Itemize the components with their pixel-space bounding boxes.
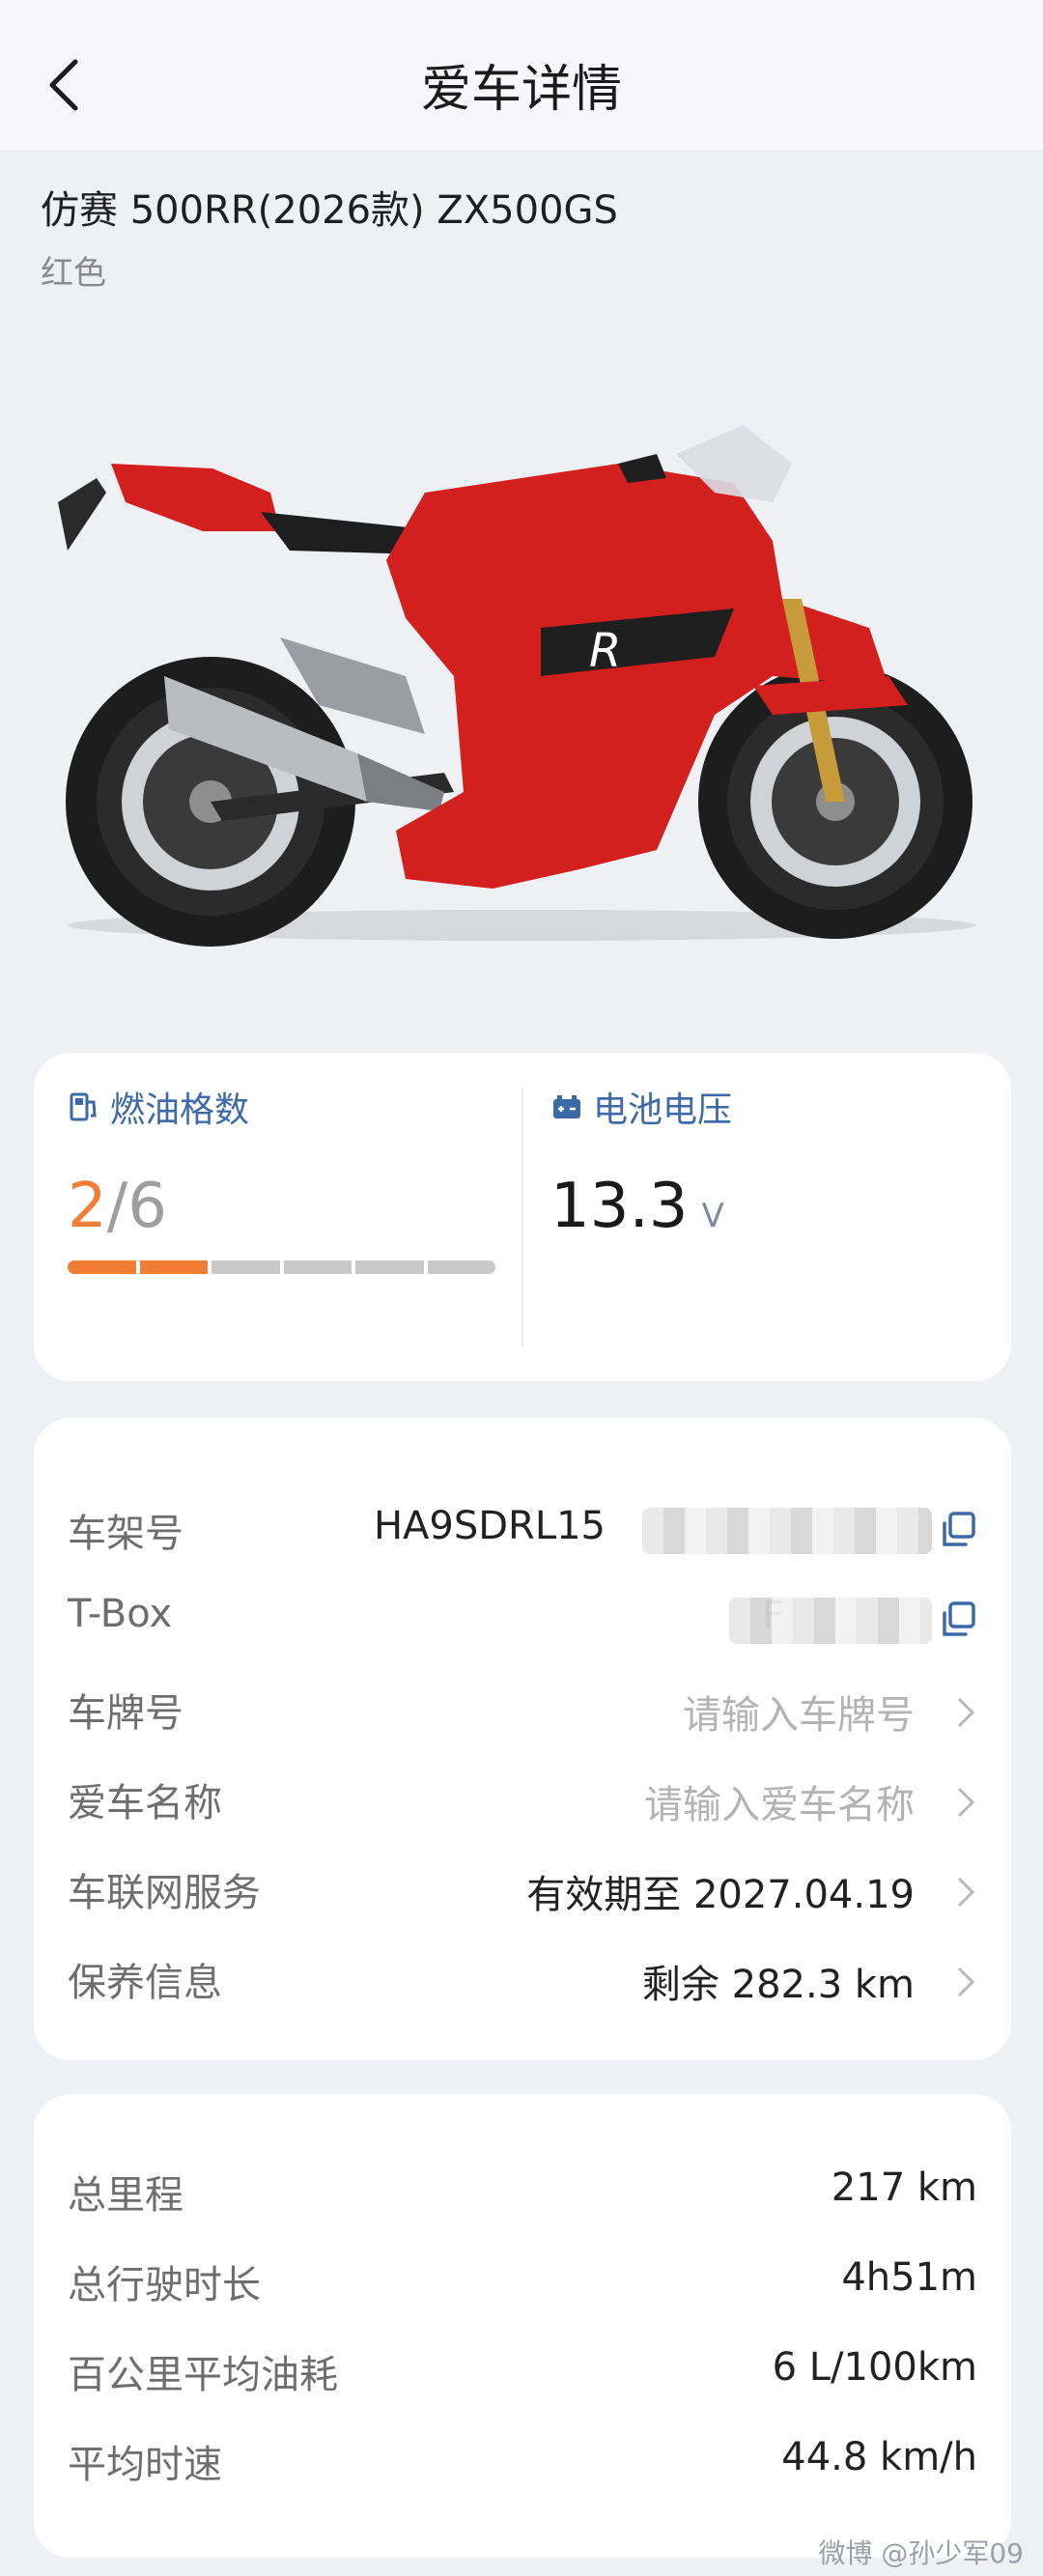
battery-voltage-value: 13.3 — [550, 1171, 689, 1242]
total-time-label: 总行驶时长 — [68, 2263, 261, 2307]
vin-row: 车架号 HA9SDRL15 — [34, 1490, 1011, 1568]
fuel-segment-empty — [355, 1260, 424, 1274]
maintenance-value: 剩余 282.3 km — [641, 1963, 915, 2007]
fuel-label-text: 燃油格数 — [110, 1090, 250, 1130]
svg-text:R: R — [589, 624, 621, 678]
fuel-segment-empty — [211, 1260, 280, 1274]
plate-row[interactable]: 车牌号 请输入车牌号 — [34, 1670, 1011, 1747]
copy-icon[interactable] — [937, 1599, 977, 1640]
fuel-separator: / — [106, 1171, 128, 1242]
maintenance-row[interactable]: 保养信息 剩余 282.3 km — [34, 1939, 1011, 2017]
motorcycle-image: R — [58, 425, 975, 947]
iot-service-value: 有效期至 2027.04.19 — [526, 1873, 915, 1917]
vin-label: 车架号 — [68, 1512, 183, 1556]
battery-label: 电池电压 — [550, 1082, 732, 1132]
watermark: 微博 @孙少军09 — [818, 2537, 1024, 2569]
fuel-max: 6 — [127, 1171, 167, 1242]
vehicle-model: 仿赛 500RR(2026款) ZX500GS — [41, 188, 618, 233]
vehicle-color: 红色 — [41, 254, 106, 293]
avg-fuel-label: 百公里平均油耗 — [68, 2353, 338, 2397]
bike-name-input[interactable]: 请输入爱车名称 — [644, 1773, 915, 1829]
maintenance-label: 保养信息 — [68, 1961, 222, 2005]
total-mileage-row: 总里程 217 km — [34, 2152, 1011, 2229]
bike-name-label: 爱车名称 — [68, 1781, 222, 1826]
fuel-label: 燃油格数 — [68, 1082, 249, 1132]
fuel-current: 2 — [68, 1171, 107, 1242]
card-divider — [522, 1087, 523, 1347]
fuel-segment-filled — [68, 1260, 136, 1274]
fuel-segment-empty — [283, 1260, 352, 1274]
battery-icon — [553, 1095, 580, 1118]
total-mileage-label: 总里程 — [68, 2173, 183, 2218]
fuel-level-bar — [68, 1260, 495, 1274]
iot-service-label: 车联网服务 — [68, 1871, 261, 1915]
vin-redaction — [642, 1508, 932, 1554]
bike-name-row[interactable]: 爱车名称 请输入爱车名称 — [34, 1760, 1011, 1837]
iot-service-row[interactable]: 车联网服务 有效期至 2027.04.19 — [34, 1850, 1011, 1927]
total-time-row: 总行驶时长 4h51m — [34, 2242, 1011, 2319]
total-mileage-value: 217 km — [831, 2166, 977, 2210]
avg-fuel-value: 6 L/100km — [772, 2345, 977, 2390]
status-card: 燃油格数 2/6 电池电压 13.3 V — [34, 1053, 1011, 1381]
vin-value: HA9SDRL15 — [373, 1504, 606, 1548]
battery-voltage-unit: V — [701, 1197, 724, 1235]
battery-label-text: 电池电压 — [593, 1090, 733, 1130]
chevron-right-icon — [957, 1787, 975, 1818]
avg-speed-value: 44.8 km/h — [781, 2435, 977, 2479]
avg-speed-row: 平均时速 44.8 km/h — [34, 2421, 1011, 2499]
plate-label: 车牌号 — [68, 1691, 183, 1736]
tbox-row: T-Box F — [34, 1580, 1011, 1657]
riding-stats-card: 总里程 217 km 总行驶时长 4h51m 百公里平均油耗 6 L/100km… — [34, 2094, 1011, 2558]
fuel-segment-empty — [427, 1260, 495, 1274]
fuel-segment-filled — [139, 1260, 208, 1274]
tbox-redaction — [729, 1598, 932, 1644]
plate-input[interactable]: 请输入车牌号 — [683, 1684, 915, 1740]
avg-speed-label: 平均时速 — [68, 2443, 222, 2487]
chevron-right-icon — [957, 1877, 975, 1908]
vehicle-info-card: 车架号 HA9SDRL15 T-Box F 车牌号 请输入车牌号 爱车名称 请输… — [34, 1418, 1011, 2060]
tbox-label: T-Box — [68, 1592, 173, 1636]
copy-icon[interactable] — [937, 1510, 977, 1550]
fuel-pump-icon — [70, 1092, 97, 1121]
chevron-right-icon — [957, 1967, 975, 1997]
page-title: 爱车详情 — [420, 61, 622, 119]
total-time-value: 4h51m — [841, 2255, 977, 2300]
fuel-level-value: 2/6 — [68, 1171, 167, 1242]
top-bar: 爱车详情 — [0, 0, 1043, 150]
chevron-right-icon — [957, 1697, 975, 1728]
avg-fuel-row: 百公里平均油耗 6 L/100km — [34, 2332, 1011, 2409]
battery-voltage: 13.3 V — [550, 1171, 724, 1242]
